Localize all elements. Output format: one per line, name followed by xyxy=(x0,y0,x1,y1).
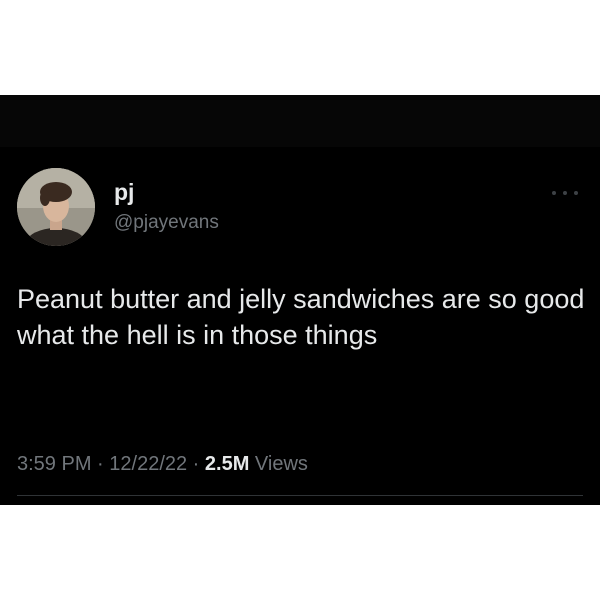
views-count[interactable]: 2.5M xyxy=(205,453,249,475)
meta-separator: · xyxy=(91,453,110,475)
user-handle[interactable]: @pjayevans xyxy=(114,211,219,235)
tweet-text: Peanut butter and jelly sandwiches are s… xyxy=(17,284,585,350)
display-name[interactable]: pj xyxy=(114,179,134,205)
more-dot xyxy=(574,191,578,195)
profile-photo-icon xyxy=(17,168,95,246)
more-dot xyxy=(563,191,567,195)
tweet-date[interactable]: 12/22/22 xyxy=(109,453,187,475)
avatar[interactable] xyxy=(17,168,95,246)
more-dot xyxy=(552,191,556,195)
meta-separator: · xyxy=(187,453,205,475)
divider xyxy=(17,495,583,496)
tweet-time[interactable]: 3:59 PM xyxy=(17,453,91,475)
top-bar xyxy=(0,95,600,147)
views-label: Views xyxy=(249,453,308,475)
more-options-icon[interactable] xyxy=(552,187,578,199)
tweet-meta: 3:59 PM · 12/22/22 · 2.5M Views xyxy=(17,451,308,477)
tweet-card: pj @pjayevans Peanut butter and jelly sa… xyxy=(0,95,600,505)
